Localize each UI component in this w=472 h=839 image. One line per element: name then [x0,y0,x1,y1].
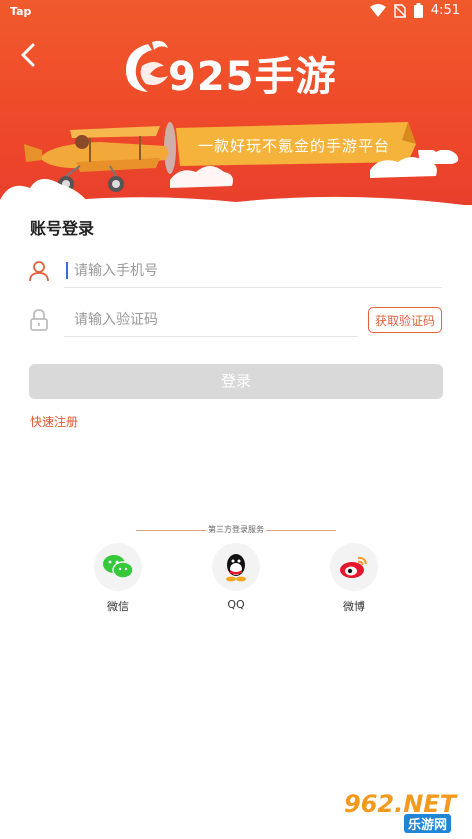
divider-line-right [266,530,336,531]
quick-register-link[interactable]: 快速注册 [30,413,78,430]
third-party-divider: 第三方登录服务 [136,524,336,536]
wechat-icon-circle [94,543,142,591]
status-bar: Tap 4:51 [0,0,472,24]
battery-icon [413,3,423,18]
weibo-icon-circle [330,543,378,591]
wechat-login-button[interactable]: 微信 [88,543,148,614]
qq-icon [226,554,246,582]
text-cursor [66,262,68,279]
wifi-icon [369,3,386,17]
phone-input[interactable] [64,254,442,288]
back-arrow-icon[interactable] [14,40,44,70]
watermark-subtext: 乐游网 [404,814,452,833]
clouds-decoration [0,150,464,205]
header-banner: Tap 4:51 925手游 一款好玩不氪金的手游平台 [0,0,472,205]
phone-row [28,254,442,290]
wechat-icon [103,555,134,579]
login-title: 账号登录 [30,219,95,238]
user-icon [29,261,49,282]
weibo-label: 微博 [343,600,365,613]
verification-code-input[interactable] [64,303,358,337]
login-button[interactable]: 登录 [29,364,443,399]
no-sim-icon [393,3,406,18]
qq-label: QQ [227,598,245,611]
app-logo-text: 925手游 [168,54,337,100]
get-code-button[interactable]: 获取验证码 [368,307,442,333]
wechat-label: 微信 [107,600,129,613]
qq-icon-circle [212,543,260,591]
weibo-login-button[interactable]: 微博 [324,543,384,614]
qq-login-button[interactable]: QQ [206,543,266,611]
status-icons: 4:51 [369,3,460,18]
lock-icon [30,309,48,331]
clock: 4:51 [430,3,460,18]
carrier-label: Tap [10,5,32,18]
weibo-icon [340,556,367,578]
